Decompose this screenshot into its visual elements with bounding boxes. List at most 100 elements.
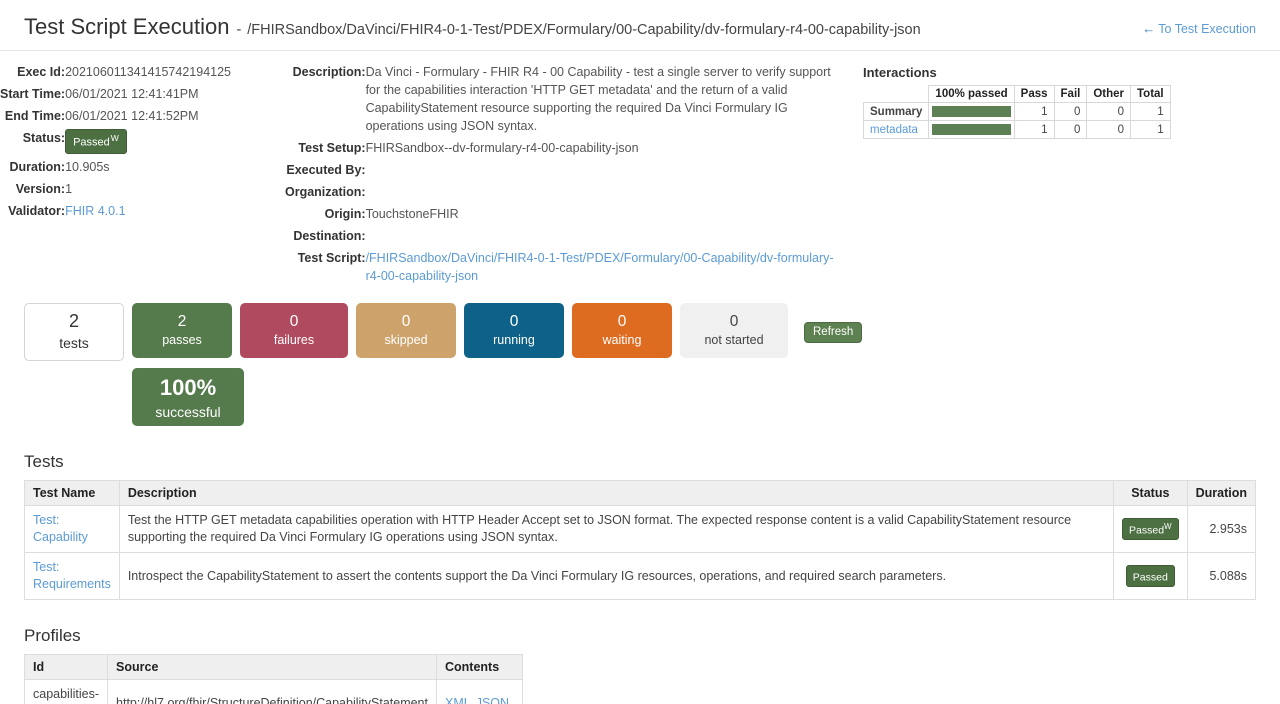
stat-failures[interactable]: 0 failures <box>240 303 348 358</box>
test-name-link[interactable]: Test: Capability <box>33 513 88 544</box>
test-name-link[interactable]: Test:Requirements <box>33 560 111 591</box>
description-label: Description: <box>285 61 366 137</box>
stat-not-started-count: 0 <box>730 313 739 330</box>
interactions-col-percent: 100% passed <box>929 86 1014 103</box>
stat-not-started-label: not started <box>704 334 763 348</box>
table-row: Test:Requirements Introspect the Capabil… <box>25 553 1256 600</box>
details-left-column: Exec Id: 202106011341415742194125 Start … <box>0 61 285 222</box>
profiles-section: Profiles Id Source Contents capabilities… <box>0 626 1280 704</box>
profiles-section-title: Profiles <box>24 626 1256 646</box>
stat-running-count: 0 <box>510 313 519 330</box>
progress-fill <box>932 124 1010 135</box>
profiles-col-contents: Contents <box>436 655 522 680</box>
stat-tests-label: tests <box>59 336 89 351</box>
progress-fill <box>932 106 1010 117</box>
destination-row: Destination: <box>285 225 845 247</box>
stat-running[interactable]: 0 running <box>464 303 564 358</box>
stat-not-started[interactable]: 0 not started <box>680 303 788 358</box>
title-separator: - <box>236 22 241 38</box>
interactions-table: 100% passed Pass Fail Other Total Summar… <box>863 85 1171 139</box>
refresh-button[interactable]: Refresh <box>804 322 862 343</box>
version-value: 1 <box>65 178 285 200</box>
profile-id: capabilities-profile <box>25 680 108 704</box>
interactions-col-total: Total <box>1131 86 1171 103</box>
testscript-info-table: Description: Da Vinci - Formulary - FHIR… <box>285 61 845 287</box>
tests-table: Test Name Description Status Duration Te… <box>24 480 1256 600</box>
test-status-badge: PassedW <box>1122 518 1179 541</box>
stat-passes[interactable]: 2 passes <box>132 303 232 358</box>
validator-link[interactable]: FHIR 4.0.1 <box>65 204 125 218</box>
interaction-row-link[interactable]: metadata <box>864 121 929 139</box>
start-time-value: 06/01/2021 12:41:41PM <box>65 83 285 105</box>
progress-track <box>932 106 1010 117</box>
to-test-execution-link[interactable]: ←To Test Execution <box>1142 21 1256 36</box>
stat-skipped[interactable]: 0 skipped <box>356 303 456 358</box>
validator-row: Validator: FHIR 4.0.1 <box>0 200 285 222</box>
stat-waiting-label: waiting <box>603 334 642 348</box>
interaction-fail: 0 <box>1054 121 1087 139</box>
organization-label: Organization: <box>285 181 366 203</box>
stat-running-label: running <box>493 334 535 348</box>
test-script-row: Test Script: /FHIRSandbox/DaVinci/FHIR4-… <box>285 247 845 287</box>
start-time-row: Start Time: 06/01/2021 12:41:41PM <box>0 83 285 105</box>
interaction-other: 0 <box>1087 121 1131 139</box>
back-link-label: To Test Execution <box>1158 22 1256 36</box>
duration-value: 10.905s <box>65 156 285 178</box>
testscript-path: /FHIRSandbox/DaVinci/FHIR4-0-1-Test/PDEX… <box>247 22 920 38</box>
test-setup-label: Test Setup: <box>285 137 366 159</box>
stat-waiting-count: 0 <box>618 313 627 330</box>
test-status-label: Passed <box>1133 571 1168 583</box>
interaction-total: 1 <box>1131 121 1171 139</box>
interaction-other: 0 <box>1087 103 1131 121</box>
exec-id-value: 202106011341415742194125 <box>65 61 285 83</box>
stat-failures-label: failures <box>274 334 314 348</box>
test-status-sup: W <box>1164 522 1172 531</box>
interaction-progress-cell <box>929 121 1014 139</box>
description-value: Da Vinci - Formulary - FHIR R4 - 00 Capa… <box>366 61 845 137</box>
test-setup-row: Test Setup: FHIRSandbox--dv-formulary-r4… <box>285 137 845 159</box>
status-badge: PassedW <box>65 129 127 154</box>
version-label: Version: <box>0 178 65 200</box>
exec-id-row: Exec Id: 202106011341415742194125 <box>0 61 285 83</box>
interactions-col-blank <box>864 86 929 103</box>
percent-value: 100% <box>160 375 216 401</box>
interactions-title: Interactions <box>863 65 1256 80</box>
executed-by-label: Executed By: <box>285 159 366 181</box>
tests-header-row: Test Name Description Status Duration <box>25 481 1256 506</box>
test-name-line2: Requirements <box>33 577 111 591</box>
execution-summary-table: Exec Id: 202106011341415742194125 Start … <box>0 61 285 222</box>
test-script-label: Test Script: <box>285 247 366 287</box>
stat-waiting[interactable]: 0 waiting <box>572 303 672 358</box>
origin-label: Origin: <box>285 203 366 225</box>
interactions-header-row: 100% passed Pass Fail Other Total <box>864 86 1171 103</box>
tests-col-description: Description <box>119 481 1113 506</box>
stat-tests[interactable]: 2 tests <box>24 303 124 361</box>
test-status-badge: Passed <box>1126 565 1175 588</box>
profile-xml-link[interactable]: XML <box>445 696 471 704</box>
duration-label: Duration: <box>0 156 65 178</box>
status-row: Status: PassedW <box>0 127 285 156</box>
interaction-progress-cell <box>929 103 1014 121</box>
validator-label: Validator: <box>0 200 65 222</box>
exec-id-label: Exec Id: <box>0 61 65 83</box>
tests-section-title: Tests <box>24 452 1256 472</box>
interactions-panel: Interactions 100% passed Pass Fail Other… <box>845 61 1256 139</box>
tests-col-name: Test Name <box>25 481 120 506</box>
test-name-line1: Test: <box>33 513 59 527</box>
table-row: metadata 1 0 0 1 <box>864 121 1171 139</box>
stat-failures-count: 0 <box>290 313 299 330</box>
test-description: Introspect the CapabilityStatement to as… <box>119 553 1113 600</box>
profile-json-link[interactable]: JSON <box>476 696 509 704</box>
test-name-line2: Capability <box>33 530 88 544</box>
duration-row: Duration: 10.905s <box>0 156 285 178</box>
test-status-label: Passed <box>1129 524 1164 536</box>
interactions-col-pass: Pass <box>1014 86 1054 103</box>
interaction-pass: 1 <box>1014 103 1054 121</box>
percent-row: 100% successful <box>132 368 1280 426</box>
table-row: Summary 1 0 0 1 <box>864 103 1171 121</box>
tests-col-status: Status <box>1114 481 1188 506</box>
profiles-header-row: Id Source Contents <box>25 655 523 680</box>
test-duration: 5.088s <box>1187 553 1255 600</box>
stat-percent-successful: 100% successful <box>132 368 244 426</box>
test-script-link[interactable]: /FHIRSandbox/DaVinci/FHIR4-0-1-Test/PDEX… <box>366 251 834 283</box>
